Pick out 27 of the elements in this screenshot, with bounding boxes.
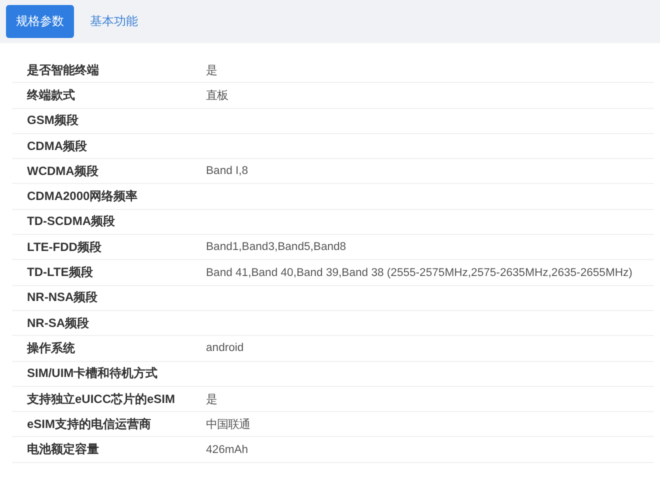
spec-label: CDMA2000网络频率 — [26, 188, 138, 206]
spec-label: TD-LTE频段 — [26, 264, 93, 282]
spec-value: Band 41,Band 40,Band 39,Band 38 (2555-2575MHz,2575-2635MHz,2635-2655MHz) — [206, 266, 632, 279]
spec-label: CDMA频段 — [26, 138, 87, 155]
spec-label: TD-SCDMA频段 — [26, 213, 115, 230]
spec-label: NR-SA频段 — [26, 314, 89, 332]
tab[interactable]: 基本功能 — [80, 5, 148, 38]
spec-value: 直板 — [206, 88, 228, 103]
spec-label: 电池额定容量 — [26, 441, 99, 458]
spec-label: eSIM支持的电信运营商 — [26, 416, 152, 433]
spec-value: Band1,Band3,Band5,Band8 — [206, 241, 346, 254]
spec-value: 是 — [206, 392, 217, 406]
spec-label: GSM频段 — [26, 112, 78, 130]
spec-label: LTE-FDD频段 — [26, 238, 102, 256]
spec-value: 426mAh — [206, 444, 248, 456]
tab[interactable]: 规格参数 — [6, 5, 74, 38]
spec-value: 中国联通 — [206, 418, 250, 432]
spec-label: NR-NSA频段 — [26, 289, 98, 306]
spec-label: WCDMA频段 — [26, 162, 98, 180]
spec-value: android — [206, 342, 244, 354]
spec-value: Band I,8 — [206, 165, 248, 178]
spec-label: 支持独立eUICC芯片的eSIM — [26, 390, 176, 408]
spec-value: 是 — [206, 64, 217, 78]
spec-label: 操作系统 — [26, 340, 75, 357]
spec-label: 是否智能终端 — [26, 62, 99, 79]
spec-label: 终端款式 — [26, 86, 75, 104]
spec-label: SIM/UIM卡槽和待机方式 — [26, 365, 158, 382]
